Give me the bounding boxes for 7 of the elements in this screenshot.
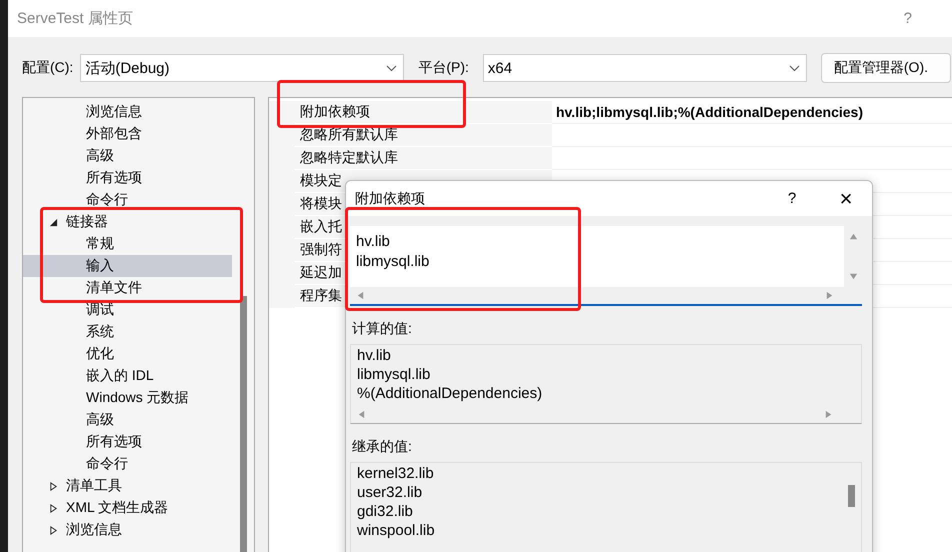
computed-values-box: hv.lib libmysql.lib %(AdditionalDependencies) xyxy=(350,344,862,424)
configuration-label: 配置(C): xyxy=(22,59,74,77)
inherited-values-label: 继承的值: xyxy=(352,438,413,456)
platform-label: 平台(P): xyxy=(418,59,469,77)
inherited-values-box: kernel32.lib user32.lib gdi32.lib winspool.lib xyxy=(350,462,862,552)
computed-values-label: 计算的值: xyxy=(352,320,413,338)
window-title: ServeTest 属性页 xyxy=(17,9,133,28)
